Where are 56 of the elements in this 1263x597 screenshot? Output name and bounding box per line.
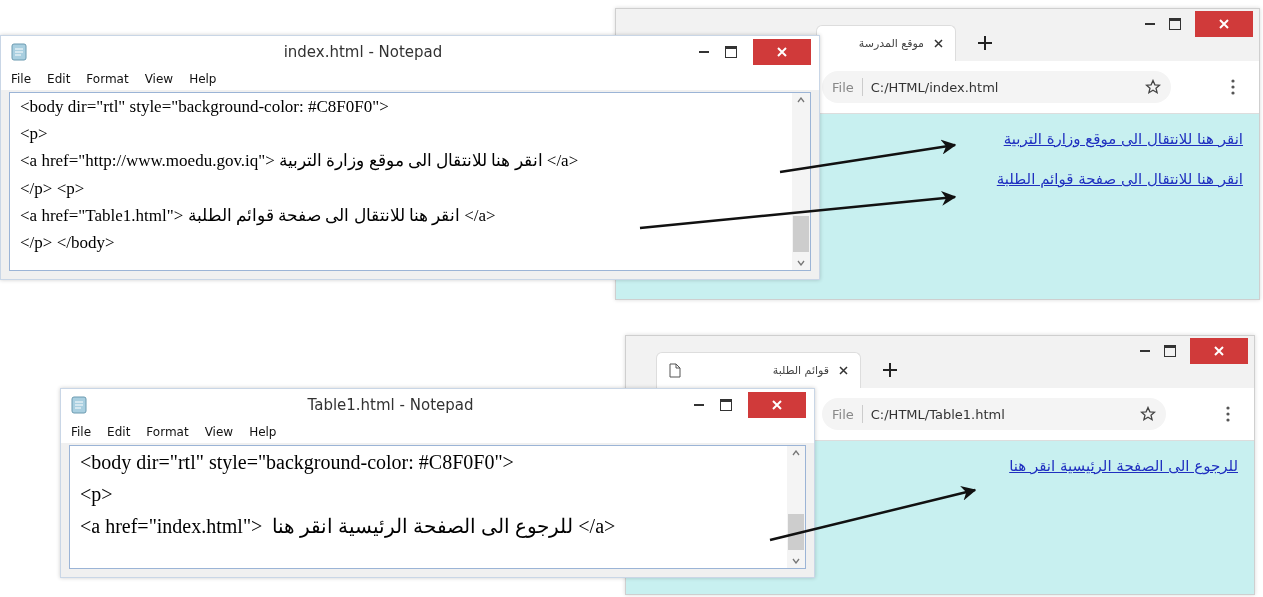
menu-item[interactable]: Edit bbox=[47, 72, 71, 86]
browser-tab[interactable]: موقع المدرسة bbox=[816, 25, 956, 61]
close-icon[interactable] bbox=[753, 39, 811, 65]
code-line: <a href="index.html"> للرجوع الى الصفحة الرئيسية انقر هنا </a> bbox=[80, 514, 617, 540]
menu-item[interactable]: File bbox=[71, 425, 92, 439]
menu-icon[interactable] bbox=[1226, 406, 1230, 422]
scroll-up-icon[interactable] bbox=[797, 97, 805, 103]
address-bar[interactable]: File C:/HTML/index.html bbox=[822, 71, 1171, 103]
document-icon bbox=[669, 363, 681, 378]
close-tab-icon[interactable] bbox=[839, 366, 848, 375]
scrollbar-thumb[interactable] bbox=[788, 514, 804, 550]
menu-item[interactable]: Edit bbox=[107, 425, 131, 439]
notepad-icon bbox=[71, 396, 87, 414]
menu-item[interactable]: Help bbox=[189, 72, 217, 86]
menu-item[interactable]: Help bbox=[249, 425, 277, 439]
new-tab-icon[interactable] bbox=[978, 36, 992, 50]
star-icon[interactable] bbox=[1145, 79, 1161, 95]
scrollbar-thumb[interactable] bbox=[793, 216, 809, 252]
code-line: <a href="Table1.html"> انقر هنا للانتقال الى صفحة قوائم الطلبة </a> bbox=[20, 204, 497, 228]
maximize-icon[interactable] bbox=[725, 46, 737, 58]
code-line: </p> </body> bbox=[20, 231, 116, 254]
maximize-icon[interactable] bbox=[720, 399, 732, 411]
browser-tab[interactable]: قوائم الطلبة bbox=[656, 352, 861, 388]
star-icon[interactable] bbox=[1140, 406, 1156, 422]
window-title: Table1.html - Notepad bbox=[306, 396, 475, 414]
page-link[interactable]: انقر هنا للانتقال الى صفحة قوائم الطلبة bbox=[996, 170, 1243, 188]
code-line: <p> bbox=[20, 123, 49, 146]
menu-item[interactable]: Format bbox=[86, 72, 129, 86]
scroll-up-icon[interactable] bbox=[792, 450, 800, 456]
window-title: index.html - Notepad bbox=[282, 43, 444, 61]
close-icon[interactable] bbox=[1190, 338, 1248, 364]
close-icon[interactable] bbox=[1195, 11, 1253, 37]
close-icon[interactable] bbox=[748, 392, 806, 418]
new-tab-icon[interactable] bbox=[883, 363, 897, 377]
page-link[interactable]: انقر هنا للانتقال الى موقع وزارة التربية bbox=[1003, 130, 1243, 148]
menu-item[interactable]: File bbox=[11, 72, 32, 86]
maximize-icon[interactable] bbox=[1164, 345, 1176, 357]
code-line: <a href="http://www.moedu.gov.iq"> انقر هنا للانتقال الى موقع وزارة التربية </a> bbox=[20, 150, 580, 173]
address-bar[interactable]: File C:/HTML/Table1.html bbox=[822, 398, 1166, 430]
scroll-down-icon[interactable] bbox=[797, 260, 805, 266]
menu-item[interactable]: Format bbox=[146, 425, 189, 439]
maximize-icon[interactable] bbox=[1169, 18, 1181, 30]
menu-item[interactable]: View bbox=[144, 72, 174, 86]
page-link[interactable]: للرجوع الى الصفحة الرئيسية انقر هنا bbox=[1009, 457, 1238, 475]
scrollbar[interactable] bbox=[792, 93, 810, 270]
text-editor[interactable] bbox=[9, 92, 811, 271]
notepad-icon bbox=[11, 43, 27, 61]
close-tab-icon[interactable] bbox=[934, 39, 943, 48]
menu-icon[interactable] bbox=[1231, 79, 1235, 95]
code-line: </p> <p> bbox=[20, 177, 86, 200]
code-line: <body dir="rtl" style="background-color: #C8F0F0"> bbox=[80, 450, 515, 476]
code-line: <p> bbox=[80, 482, 114, 508]
code-line: <body dir="rtl" style="background-color: #C8F0F0"> bbox=[20, 96, 390, 118]
scroll-down-icon[interactable] bbox=[792, 558, 800, 564]
scrollbar[interactable] bbox=[787, 446, 805, 568]
menu-item[interactable]: View bbox=[204, 425, 234, 439]
